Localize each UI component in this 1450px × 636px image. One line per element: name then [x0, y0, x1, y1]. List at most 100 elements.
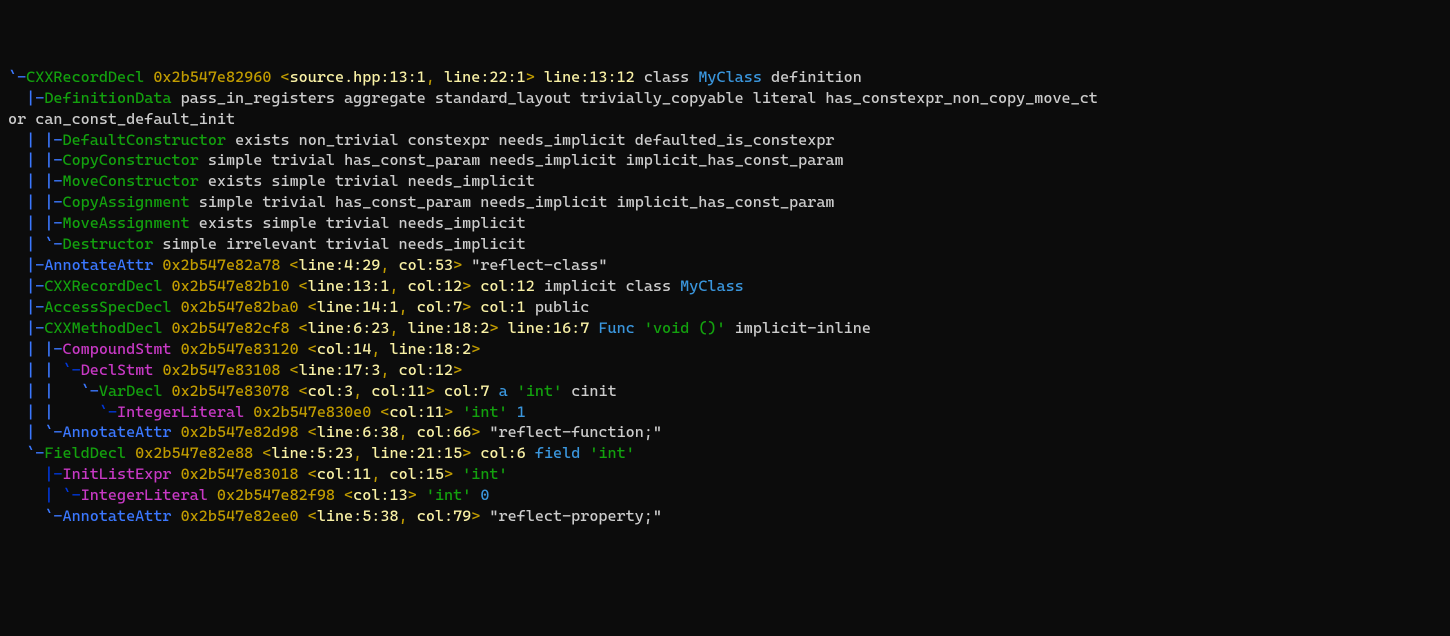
ast-token: 'int' [517, 382, 562, 400]
ast-token: CopyAssignment [63, 193, 190, 211]
ast-token: col:12 [408, 277, 463, 295]
ast-token: line:14:1 [317, 298, 399, 316]
ast-line: | | `-IntegerLiteral 0x2b547e830e0 <col:… [8, 402, 1442, 423]
ast-token: Func [598, 319, 634, 337]
ast-token: col:12 [399, 361, 454, 379]
ast-token: col:66 [417, 423, 472, 441]
ast-token: > [444, 465, 453, 483]
ast-token [471, 444, 480, 462]
ast-token: col:11 [390, 403, 445, 421]
ast-token: < [380, 403, 389, 421]
ast-token: | [8, 423, 35, 441]
ast-line: |-CXXRecordDecl 0x2b547e82b10 <line:13:1… [8, 276, 1442, 297]
ast-token: , [371, 340, 389, 358]
ast-token: 0x2b547e82f98 [208, 486, 344, 504]
ast-token: > [462, 298, 471, 316]
ast-token: IntegerLiteral [117, 403, 244, 421]
ast-token: a [499, 382, 508, 400]
ast-token: 0x2b547e83078 [162, 382, 298, 400]
ast-token: MoveConstructor [63, 172, 199, 190]
ast-token [453, 465, 462, 483]
ast-token: | [8, 151, 35, 169]
ast-token: pass_in_registers aggregate standard_lay… [171, 89, 1097, 107]
ast-token: simple trivial has_const_param needs_imp… [190, 193, 835, 211]
ast-token: 0x2b547e82cf8 [162, 319, 298, 337]
ast-token: , [399, 423, 417, 441]
ast-token: | [8, 214, 35, 232]
ast-token: col:15 [389, 465, 444, 483]
ast-token: > [426, 382, 435, 400]
ast-token: implicit-inline [726, 319, 871, 337]
ast-token: 0x2b547e82a78 [153, 256, 289, 274]
ast-token: 0x2b547e82b10 [162, 277, 298, 295]
ast-line: | |-DefaultConstructor exists non_trivia… [8, 130, 1442, 151]
ast-token: < [280, 68, 289, 86]
ast-token: cinit [562, 382, 617, 400]
ast-token: DefaultConstructor [63, 131, 226, 149]
ast-token: CXXRecordDecl [26, 68, 144, 86]
ast-token [471, 277, 480, 295]
ast-token [35, 423, 44, 441]
ast-token [53, 486, 62, 504]
ast-dump-output: `-CXXRecordDecl 0x2b547e82960 <source.hp… [8, 67, 1442, 527]
ast-token: col:3 [308, 382, 353, 400]
ast-token [417, 486, 426, 504]
ast-token: col:79 [417, 507, 472, 525]
ast-token: `- [8, 507, 63, 525]
ast-token [35, 131, 44, 149]
ast-token: CXXRecordDecl [44, 277, 162, 295]
ast-token [35, 172, 44, 190]
ast-token [489, 382, 498, 400]
ast-token: < [299, 277, 308, 295]
ast-token: < [308, 298, 317, 316]
ast-line: `-CXXRecordDecl 0x2b547e82960 <source.hp… [8, 67, 1442, 88]
ast-token: implicit class [535, 277, 680, 295]
ast-token: col:7 [444, 382, 489, 400]
ast-token: IntegerLiteral [81, 486, 208, 504]
ast-token: line:6:23 [308, 319, 390, 337]
ast-token: "reflect-function;" [480, 423, 662, 441]
ast-token: > [408, 486, 417, 504]
ast-line: | |-CopyConstructor simple trivial has_c… [8, 150, 1442, 171]
ast-token: "reflect-class" [462, 256, 607, 274]
ast-token: < [290, 256, 299, 274]
ast-token [471, 298, 480, 316]
ast-token: col:12 [480, 277, 535, 295]
ast-token [35, 235, 44, 253]
ast-token: 'int' [589, 444, 634, 462]
ast-token: public [526, 298, 590, 316]
ast-token [53, 361, 62, 379]
ast-token: < [290, 361, 299, 379]
ast-token: 1 [517, 403, 526, 421]
ast-token [499, 319, 508, 337]
ast-token: < [308, 507, 317, 525]
ast-token: < [308, 340, 317, 358]
ast-token: CompoundStmt [63, 340, 172, 358]
ast-token: | [8, 131, 35, 149]
ast-token: exists non_trivial constexpr needs_impli… [226, 131, 835, 149]
ast-token: line:22:1 [444, 68, 526, 86]
ast-token: | [8, 361, 35, 379]
ast-line: | |-CopyAssignment simple trivial has_co… [8, 192, 1442, 213]
ast-token [35, 361, 44, 379]
ast-token: > [453, 361, 462, 379]
ast-line: |-CXXMethodDecl 0x2b547e82cf8 <line:6:23… [8, 318, 1442, 339]
ast-token: |- [8, 277, 44, 295]
ast-token [453, 403, 462, 421]
ast-token: line:13:12 [544, 68, 635, 86]
ast-token: CXXMethodDecl [44, 319, 162, 337]
ast-token: |- [44, 193, 62, 211]
ast-token: , [353, 444, 371, 462]
ast-token: 0x2b547e82d98 [172, 423, 308, 441]
ast-token: 0x2b547e82960 [144, 68, 280, 86]
ast-token: < [299, 319, 308, 337]
ast-token: , [380, 361, 398, 379]
ast-token: 'int' [426, 486, 471, 504]
ast-token: |- [8, 298, 44, 316]
ast-token [435, 382, 444, 400]
ast-token: 0x2b547e830e0 [244, 403, 380, 421]
ast-token: 0x2b547e82ba0 [171, 298, 307, 316]
ast-token: "reflect-property;" [480, 507, 662, 525]
ast-token: InitListExpr [63, 465, 172, 483]
ast-token: MyClass [698, 68, 762, 86]
